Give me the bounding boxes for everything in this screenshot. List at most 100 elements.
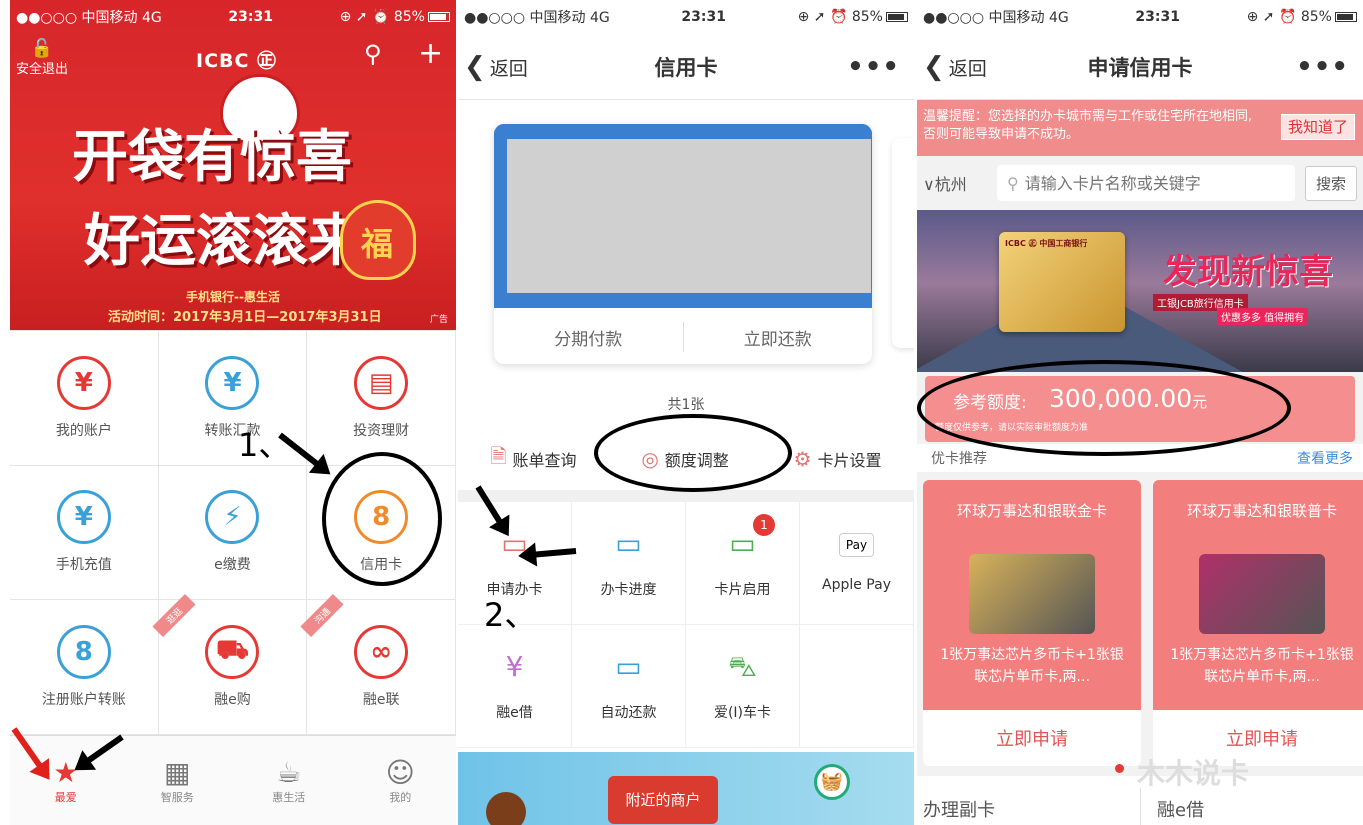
grid-item-0[interactable]: ¥ 我的账户 <box>10 331 159 466</box>
recommended-card-0[interactable]: 环球万事达和银联金卡 1张万事达芯片多币卡+1张银联芯片单币卡,两... 立即申请 <box>923 480 1141 766</box>
plus-icon[interactable]: + <box>418 36 443 71</box>
tab-label: 智服务 <box>160 790 194 804</box>
card-info: 环球万事达和银联金卡 1张万事达芯片多币卡+1张银联芯片单币卡,两... <box>923 480 1141 710</box>
annotation-ellipse-limit <box>917 360 1291 456</box>
supplementary-card-item[interactable]: 办理副卡 <box>923 796 995 822</box>
status-indicators: ⊕ ➚ ⏰ 85% <box>797 9 883 25</box>
quick-action-0[interactable]: 🗎 账单查询 <box>490 442 576 476</box>
clock: 23:31 <box>228 9 273 25</box>
card-description: 1张万事达芯片多币卡+1张银联芯片单币卡,两... <box>1170 647 1354 685</box>
annotation-ellipse-limit-adjust <box>594 414 792 492</box>
next-card-peek[interactable] <box>892 138 914 348</box>
credit-service-label: 自动还款 <box>600 705 657 721</box>
search-icon[interactable]: ⚲ <box>364 40 382 68</box>
grid-item-7[interactable]: 逛逛 ⛟ 融e购 <box>152 594 308 735</box>
logout-button[interactable]: 🔓 安全退出 <box>14 40 70 78</box>
recommended-card-1[interactable]: 环球万事达和银联普卡 1张万事达芯片多币卡+1张银联芯片单币卡,两... 立即申请 <box>1153 480 1363 766</box>
nearby-merchants-banner[interactable]: 附近的商户 🧺 <box>458 752 914 825</box>
tab-bar: ★ 最爱 ▦ 智服务 ☕ 惠生活 ☺ 我的 <box>10 735 456 825</box>
ribbon-tag: 沟通 <box>300 594 344 638</box>
credit-service-label: 爱(I)车卡 <box>713 705 772 721</box>
grid-item-2[interactable]: ▤ 投资理财 <box>307 331 456 466</box>
status-indicators: ⊕ ➚ ⏰ 85% <box>339 9 425 25</box>
apply-now-button[interactable]: 立即申请 <box>923 710 1141 766</box>
back-button[interactable]: ❮ 返回 <box>464 52 528 82</box>
credit-service-6[interactable]: ⛍ 爱(I)车卡 <box>686 625 800 748</box>
status-indicators: ⊕ ➚ ⏰ 85% <box>1246 9 1332 25</box>
more-icon[interactable]: ••• <box>1296 52 1349 82</box>
installment-button[interactable]: 分期付款 <box>494 325 683 350</box>
grid-item-8[interactable]: 沟通 ∞ 融e联 <box>300 594 456 735</box>
battery-icon <box>428 12 450 22</box>
status-bar: ●●○○○ 中国移动 4G 23:31 ⊕ ➚ ⏰ 85% <box>458 0 914 34</box>
chevron-left-icon: ❮ <box>923 51 945 82</box>
tab-3[interactable]: ☺ 我的 <box>345 736 457 825</box>
notification-badge: 1 <box>753 514 775 536</box>
tab-1[interactable]: ▦ 智服务 <box>122 736 234 825</box>
grid-item-3[interactable]: ¥ 手机充值 <box>10 465 159 601</box>
auto-repay-icon: ▭ <box>615 650 642 683</box>
back-button[interactable]: ❮ 返回 <box>923 52 987 82</box>
phone-screen-home: ●●○○○ 中国移动 4G 23:31 ⊕ ➚ ⏰ 85% 🔓 安全退出 ICB… <box>10 0 456 825</box>
card-info: 环球万事达和银联普卡 1张万事达芯片多币卡+1张银联芯片单币卡,两... <box>1153 480 1363 710</box>
annotation-number-1: 1、 <box>238 426 291 464</box>
credit-service-2[interactable]: 1 ▭ 卡片启用 <box>686 502 800 625</box>
recommended-cards: 环球万事达和银联金卡 1张万事达芯片多币卡+1张银联芯片单币卡,两... 立即申请环… <box>917 476 1363 766</box>
grid-item-label: 投资理财 <box>353 422 410 439</box>
credit-service-label: 办卡进度 <box>600 582 657 598</box>
grid-item-6[interactable]: 8 注册账户转账 <box>10 600 159 735</box>
battery-icon <box>886 12 908 22</box>
carrier-label: ●●○○○ 中国移动 4G <box>464 10 610 26</box>
status-icons: ⊕ ➚ ⏰ 85% <box>798 9 908 25</box>
page-indicator-dot <box>1115 764 1124 773</box>
nav-bar: ❮ 返回 信用卡 ••• <box>458 34 914 100</box>
card-actions: 分期付款 立即还款 <box>494 310 872 364</box>
gold-card-image: ICBC ㊣ 中国工商银行 <box>999 232 1125 332</box>
ribbon-tag: 逛逛 <box>152 594 196 638</box>
credit-service-7 <box>800 625 914 748</box>
recommend-title: 优卡推荐 <box>931 451 987 467</box>
credit-service-5[interactable]: ▭ 自动还款 <box>572 625 686 748</box>
status-bar: ●●○○○ 中国移动 4G 23:31 ⊕ ➚ ⏰ 85% <box>10 0 456 34</box>
jcb-promo-banner[interactable]: ICBC ㊣ 中国工商银行 发现新惊喜 工银JCB旅行信用卡 优惠多多 值得拥有 <box>917 210 1363 372</box>
tab-label: 惠生活 <box>272 790 306 804</box>
tab-2[interactable]: ☕ 惠生活 <box>233 736 345 825</box>
bag-char: 福 <box>361 225 394 263</box>
search-button[interactable]: 搜索 <box>1304 165 1357 201</box>
tab-label: 最爱 <box>54 790 77 804</box>
credit-service-1[interactable]: ▭ 办卡进度 <box>572 502 686 625</box>
notice-banner: 温馨提醒：您选择的办卡城市需与工作或住宅所在地相同,否则可能导致申请不成功。 我… <box>917 100 1363 156</box>
annotation-circle-credit-card <box>322 452 442 586</box>
card-thumbnail <box>1199 554 1325 634</box>
banner-tag-2: 优惠多多 值得拥有 <box>1217 308 1309 325</box>
view-more-link[interactable]: 查看更多 <box>1297 448 1353 468</box>
link-rings-icon: ∞ <box>354 625 409 680</box>
smile-icon: ☺ <box>385 755 415 789</box>
repay-now-button[interactable]: 立即还款 <box>684 325 873 350</box>
quick-action-label: 卡片设置 <box>817 451 882 470</box>
city-selector[interactable]: ∨杭州 <box>923 171 997 195</box>
back-label: 返回 <box>489 57 528 80</box>
quick-action-label: 账单查询 <box>512 451 577 470</box>
credit-service-4[interactable]: ¥ 融e借 <box>458 625 572 748</box>
card-name: 环球万事达和银联金卡 <box>956 502 1107 520</box>
search-field[interactable]: ⚲ <box>997 165 1295 201</box>
loan-icon: ¥ <box>505 650 524 683</box>
icbc-logo: ICBC ㊣ <box>196 50 278 72</box>
banner-headline-1: 开袋有惊喜 <box>72 124 352 190</box>
clock: 23:31 <box>681 9 726 25</box>
promo-banner[interactable]: ●●○○○ 中国移动 4G 23:31 ⊕ ➚ ⏰ 85% 🔓 安全退出 ICB… <box>10 0 456 330</box>
card-settings-icon: ⚙ <box>793 447 812 471</box>
search-input[interactable] <box>1024 173 1245 193</box>
quick-action-2[interactable]: ⚙ 卡片设置 <box>794 447 882 471</box>
credit-service-3[interactable]: Pay Apple Pay <box>800 502 914 625</box>
car-icon: ⛍ <box>728 650 757 683</box>
banner-headline-2: 好运滚滚来 <box>84 208 364 274</box>
loan-item[interactable]: 融e借 <box>1157 796 1204 822</box>
grid-item-4[interactable]: ⚡ e缴费 <box>158 465 308 601</box>
chevron-left-icon: ❮ <box>464 51 486 82</box>
grid-item-label: 我的账户 <box>55 422 112 439</box>
credit-card-carousel-item[interactable]: 分期付款 立即还款 <box>494 124 872 364</box>
dismiss-notice-button[interactable]: 我知道了 <box>1280 114 1355 140</box>
more-icon[interactable]: ••• <box>847 52 900 82</box>
